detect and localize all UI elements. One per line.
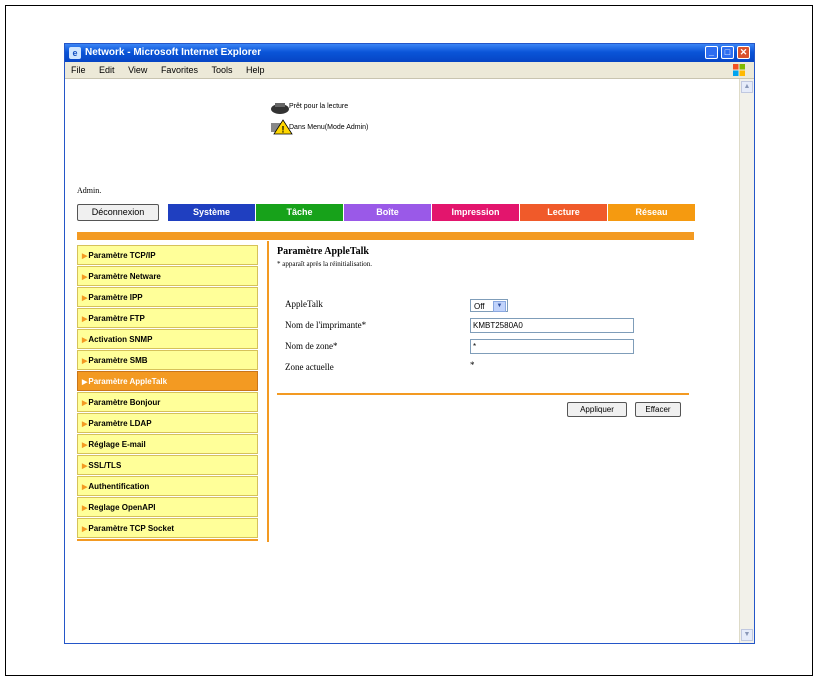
logout-button[interactable]: Déconnexion [77,204,159,221]
sidebar-item-label: Reglage OpenAPI [88,503,156,512]
page-title: Paramètre AppleTalk [277,246,369,257]
sidebar-item-label: Paramètre Netware [88,272,161,281]
sidebar-item-label: Paramètre TCP/IP [88,251,156,260]
arrow-icon: ▶ [82,442,88,449]
tab-reseau[interactable]: Réseau [608,204,695,221]
menu-tools[interactable]: Tools [211,65,232,75]
sidebar-item-label: Authentification [88,482,150,491]
svg-text:!: ! [282,125,285,135]
close-button[interactable]: ✕ [737,46,750,59]
zone-name-label: Nom de zone* [285,341,338,351]
sidebar-item-tcp-socket[interactable]: ▶Paramètre TCP Socket [77,518,258,538]
apply-button[interactable]: Appliquer [567,402,627,417]
arrow-icon: ▶ [82,505,88,512]
vertical-scrollbar[interactable]: ▲ ▼ [739,79,754,643]
sidebar-item-ipp[interactable]: ▶Paramètre IPP [77,287,258,307]
sidebar-item-label: Activation SNMP [88,335,153,344]
admin-mode-text: Dans Menu(Mode Admin) [289,124,369,131]
menu-view[interactable]: View [128,65,147,75]
printer-name-input[interactable]: KMBT2580A0 [470,318,634,333]
page-content: Prêt pour la lecture ! Dans Menu(Mode Ad… [65,79,740,643]
clear-button[interactable]: Effacer [635,402,681,417]
sidebar-item-label: Paramètre SMB [88,356,148,365]
form-divider [277,393,689,395]
sidebar-item-ldap[interactable]: ▶Paramètre LDAP [77,413,258,433]
sidebar-divider [77,539,258,541]
arrow-icon: ▶ [82,316,88,323]
sidebar-item-bonjour[interactable]: ▶Paramètre Bonjour [77,392,258,412]
appletalk-select[interactable]: Off ▼ [470,299,508,312]
reset-note: * apparaît après la réinitialisation. [277,260,373,268]
chevron-down-icon[interactable]: ▼ [493,301,506,312]
sidebar: ▶Paramètre TCP/IP ▶Paramètre Netware ▶Pa… [77,245,258,541]
printer-name-label: Nom de l'imprimante* [285,320,367,330]
window-title: Network - Microsoft Internet Explorer [85,47,262,58]
zone-name-input[interactable]: * [470,339,634,354]
arrow-icon: ▶ [82,421,88,428]
tab-tache[interactable]: Tâche [256,204,343,221]
arrow-icon: ▶ [82,484,88,491]
sidebar-item-label: Paramètre AppleTalk [88,377,168,386]
windows-logo-icon [733,64,745,76]
sidebar-item-tcp-ip[interactable]: ▶Paramètre TCP/IP [77,245,258,265]
appletalk-row: AppleTalk [285,299,323,309]
menu-help[interactable]: Help [246,65,265,75]
arrow-icon: ▶ [82,463,88,470]
arrow-icon: ▶ [82,379,88,386]
current-zone-value: * [470,360,475,370]
user-label: Admin. [77,186,102,195]
menu-bar: File Edit View Favorites Tools Help [65,62,754,79]
menu-favorites[interactable]: Favorites [161,65,198,75]
sidebar-item-label: Paramètre TCP Socket [88,524,175,533]
menu-file[interactable]: File [71,65,86,75]
current-zone-row: Zone actuelle [285,362,334,372]
printer-name-row: Nom de l'imprimante* [285,320,366,330]
tab-lecture[interactable]: Lecture [520,204,607,221]
arrow-icon: ▶ [82,337,88,344]
ie-icon: e [69,47,81,59]
zone-name-row: Nom de zone* [285,341,337,351]
sidebar-item-label: SSL/TLS [88,461,122,470]
sidebar-item-snmp[interactable]: ▶Activation SNMP [77,329,258,349]
arrow-icon: ▶ [82,253,88,260]
sidebar-item-appletalk[interactable]: ▶Paramètre AppleTalk [77,371,258,391]
tab-impression[interactable]: Impression [432,204,519,221]
header-divider [77,232,694,240]
sidebar-item-authentification[interactable]: ▶Authentification [77,476,258,496]
tab-boite[interactable]: Boîte [344,204,431,221]
arrow-icon: ▶ [82,400,88,407]
sidebar-item-label: Paramètre FTP [88,314,145,323]
minimize-button[interactable]: _ [705,46,718,59]
settings-panel: Paramètre AppleTalk * apparaît après la … [277,246,689,417]
sidebar-item-label: Réglage E-mail [88,440,146,449]
arrow-icon: ▶ [82,526,88,533]
appletalk-value: Off [474,302,485,311]
current-zone-label: Zone actuelle [285,362,334,372]
title-bar: e Network - Microsoft Internet Explorer … [65,44,754,62]
maximize-button[interactable]: □ [721,46,734,59]
sidebar-item-ssl-tls[interactable]: ▶SSL/TLS [77,455,258,475]
tab-systeme[interactable]: Système [168,204,255,221]
menu-edit[interactable]: Edit [99,65,115,75]
browser-window: e Network - Microsoft Internet Explorer … [64,43,755,644]
sidebar-item-netware[interactable]: ▶Paramètre Netware [77,266,258,286]
scroll-up-icon[interactable]: ▲ [741,81,753,93]
sidebar-item-ftp[interactable]: ▶Paramètre FTP [77,308,258,328]
zone-name-value[interactable]: * [470,339,634,354]
sidebar-item-openapi[interactable]: ▶Reglage OpenAPI [77,497,258,517]
printer-name-value[interactable]: KMBT2580A0 [470,318,634,333]
ready-text: Prêt pour la lecture [289,103,349,110]
vertical-divider [267,241,269,542]
arrow-icon: ▶ [82,274,88,281]
sidebar-item-label: Paramètre IPP [88,293,143,302]
arrow-icon: ▶ [82,295,88,302]
sidebar-item-email[interactable]: ▶Réglage E-mail [77,434,258,454]
sidebar-item-smb[interactable]: ▶Paramètre SMB [77,350,258,370]
appletalk-label: AppleTalk [285,299,323,309]
sidebar-item-label: Paramètre LDAP [88,419,152,428]
scroll-down-icon[interactable]: ▼ [741,629,753,641]
sidebar-item-label: Paramètre Bonjour [88,398,161,407]
arrow-icon: ▶ [82,358,88,365]
